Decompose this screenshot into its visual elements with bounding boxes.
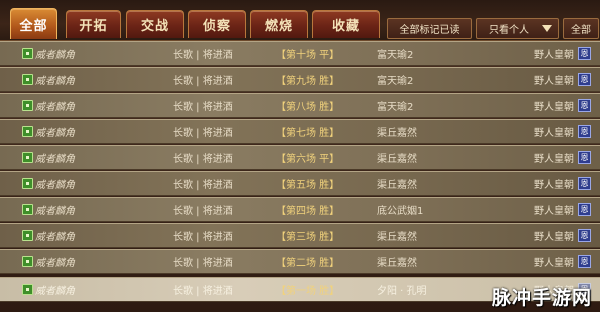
status-badge[interactable]: 恩 — [578, 229, 591, 242]
rank-icon — [22, 152, 33, 163]
battle-result: 【第九场 胜】 — [276, 76, 340, 87]
server-name: 长歌 | 将进酒 — [173, 286, 233, 297]
tab-battle[interactable]: 交战 — [126, 10, 184, 38]
faction-name: 野人皇朝 — [534, 102, 574, 113]
mark-all-read-label: 全部标记已读 — [399, 25, 460, 36]
rank-icon — [22, 126, 33, 137]
battle-result: 【第八场 胜】 — [276, 102, 340, 113]
opponent-name: 渠丘嘉然 — [377, 258, 417, 269]
rank-name: 威者麟角 — [35, 76, 75, 87]
server-name: 长歌 | 将进酒 — [173, 180, 233, 191]
list-item[interactable]: 威者麟角 长歌 | 将进酒 【第九场 胜】 富天瑜2 野人皇朝 恩 — [0, 67, 600, 92]
all-button-label: 全部 — [571, 25, 591, 36]
rank-icon — [22, 178, 33, 189]
rank-name: 威者麟角 — [35, 286, 75, 297]
rank-name: 威者麟角 — [35, 206, 75, 217]
top-bar: 全部 开拓 交战 侦察 燃烧 收藏 全部标记已读 只看个人 全部 — [0, 0, 600, 41]
status-badge[interactable]: 恩 — [578, 47, 591, 60]
rank-icon — [22, 74, 33, 85]
rank-name: 威者麟角 — [35, 154, 75, 165]
list-item[interactable]: 威者麟角 长歌 | 将进酒 【第三场 胜】 渠丘嘉然 野人皇朝 恩 — [0, 223, 600, 248]
opponent-name: 渠丘嘉然 — [377, 128, 417, 139]
tab-favorites[interactable]: 收藏 — [312, 10, 380, 38]
rank-name: 威者麟角 — [35, 128, 75, 139]
rank-name: 威者麟角 — [35, 258, 75, 269]
site-watermark: 脉冲手游网 — [491, 287, 592, 309]
server-name: 长歌 | 将进酒 — [173, 102, 233, 113]
server-name: 长歌 | 将进酒 — [173, 76, 233, 87]
list-item[interactable]: 威者麟角 长歌 | 将进酒 【第八场 胜】 富天瑜2 野人皇朝 恩 — [0, 93, 600, 118]
faction-name: 野人皇朝 — [534, 258, 574, 269]
opponent-name: 渠丘嘉然 — [377, 180, 417, 191]
status-badge[interactable]: 恩 — [578, 177, 591, 190]
faction-name: 野人皇朝 — [534, 206, 574, 217]
rank-icon — [22, 284, 33, 295]
opponent-name: 渠丘嘉然 — [377, 232, 417, 243]
rank-icon — [22, 204, 33, 215]
battle-result: 【第七场 胜】 — [276, 128, 340, 139]
status-badge[interactable]: 恩 — [578, 125, 591, 138]
server-name: 长歌 | 将进酒 — [173, 232, 233, 243]
server-name: 长歌 | 将进酒 — [173, 128, 233, 139]
battle-result: 【第三场 胜】 — [276, 232, 340, 243]
battle-result: 【第一场 胜】 — [276, 286, 340, 297]
rank-icon — [22, 256, 33, 267]
server-name: 长歌 | 将进酒 — [173, 206, 233, 217]
list-item[interactable]: 威者麟角 长歌 | 将进酒 【第五场 胜】 渠丘嘉然 野人皇朝 恩 — [0, 171, 600, 196]
list-item[interactable]: 威者麟角 长歌 | 将进酒 【第七场 胜】 渠丘嘉然 野人皇朝 恩 — [0, 119, 600, 144]
status-badge[interactable]: 恩 — [578, 73, 591, 86]
battle-report-list: 威者麟角 长歌 | 将进酒 【第十场 平】 富天瑜2 野人皇朝 恩 威者麟角 长… — [0, 41, 600, 312]
list-item[interactable]: 威者麟角 长歌 | 将进酒 【第十场 平】 富天瑜2 野人皇朝 恩 — [0, 41, 600, 66]
opponent-name: 富天瑜2 — [377, 76, 414, 87]
faction-name: 野人皇朝 — [534, 232, 574, 243]
faction-name: 野人皇朝 — [534, 180, 574, 191]
server-name: 长歌 | 将进酒 — [173, 154, 233, 165]
filter-select[interactable]: 只看个人 — [476, 18, 559, 39]
tab-all[interactable]: 全部 — [10, 8, 57, 39]
list-item[interactable]: 威者麟角 长歌 | 将进酒 【第六场 平】 渠丘嘉然 野人皇朝 恩 — [0, 145, 600, 170]
faction-name: 野人皇朝 — [534, 50, 574, 61]
battle-result: 【第四场 胜】 — [276, 206, 340, 217]
tab-scout[interactable]: 侦察 — [188, 10, 246, 38]
opponent-name: 富天瑜2 — [377, 102, 414, 113]
rank-name: 威者麟角 — [35, 102, 75, 113]
status-badge[interactable]: 恩 — [578, 99, 591, 112]
opponent-name: 底公武姻1 — [377, 206, 424, 217]
rank-icon — [22, 48, 33, 59]
rank-icon — [22, 230, 33, 241]
list-item[interactable]: 威者麟角 长歌 | 将进酒 【第四场 胜】 底公武姻1 野人皇朝 恩 — [0, 197, 600, 222]
faction-name: 野人皇朝 — [534, 76, 574, 87]
chevron-down-icon — [542, 25, 552, 32]
opponent-name: 富天瑜2 — [377, 50, 414, 61]
server-name: 长歌 | 将进酒 — [173, 258, 233, 269]
rank-name: 威者麟角 — [35, 50, 75, 61]
status-badge[interactable]: 恩 — [578, 255, 591, 268]
filter-select-value: 只看个人 — [489, 25, 529, 36]
opponent-name: 渠丘嘉然 — [377, 154, 417, 165]
all-button[interactable]: 全部 — [563, 18, 599, 39]
status-badge[interactable]: 恩 — [578, 151, 591, 164]
rank-name: 威者麟角 — [35, 232, 75, 243]
mark-all-read-button[interactable]: 全部标记已读 — [387, 18, 472, 39]
opponent-name: 夕阳 · 孔明 — [377, 286, 427, 297]
server-name: 长歌 | 将进酒 — [173, 50, 233, 61]
list-item[interactable]: 威者麟角 长歌 | 将进酒 【第二场 胜】 渠丘嘉然 野人皇朝 恩 — [0, 249, 600, 274]
rank-icon — [22, 100, 33, 111]
status-badge[interactable]: 恩 — [578, 203, 591, 216]
tab-expand[interactable]: 开拓 — [66, 10, 121, 38]
faction-name: 野人皇朝 — [534, 128, 574, 139]
battle-result: 【第五场 胜】 — [276, 180, 340, 191]
tab-burn[interactable]: 燃烧 — [250, 10, 308, 38]
rank-name: 威者麟角 — [35, 180, 75, 191]
battle-result: 【第二场 胜】 — [276, 258, 340, 269]
battle-result: 【第十场 平】 — [276, 50, 340, 61]
faction-name: 野人皇朝 — [534, 154, 574, 165]
battle-result: 【第六场 平】 — [276, 154, 340, 165]
